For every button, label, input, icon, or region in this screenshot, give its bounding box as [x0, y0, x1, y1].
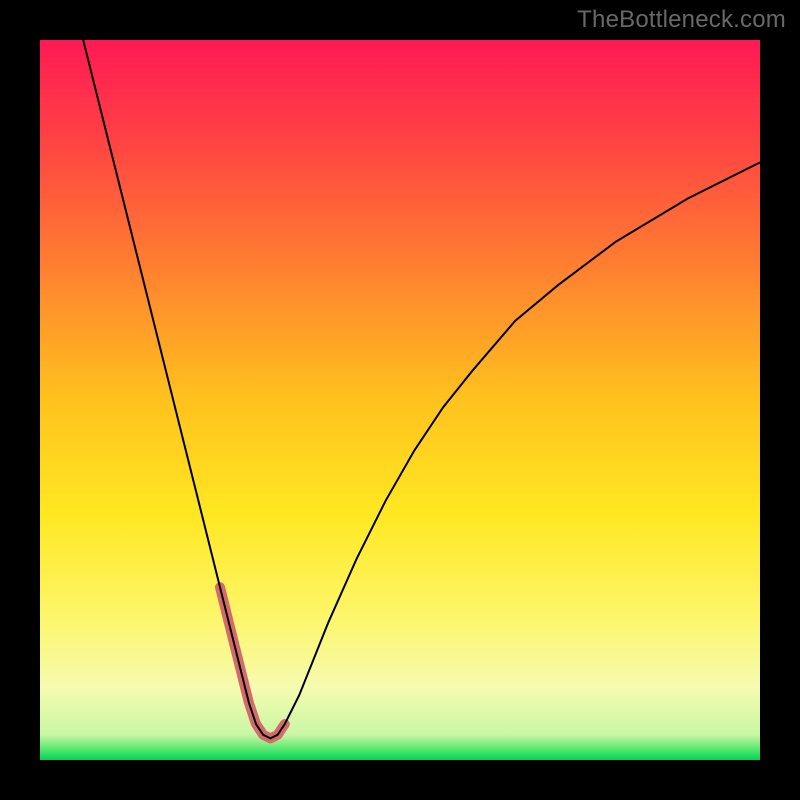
- watermark-text: TheBottleneck.com: [577, 6, 786, 34]
- plot-area: [40, 40, 760, 760]
- chart-frame: TheBottleneck.com: [0, 0, 800, 800]
- chart-svg: [40, 40, 760, 760]
- chart-background: [40, 40, 760, 760]
